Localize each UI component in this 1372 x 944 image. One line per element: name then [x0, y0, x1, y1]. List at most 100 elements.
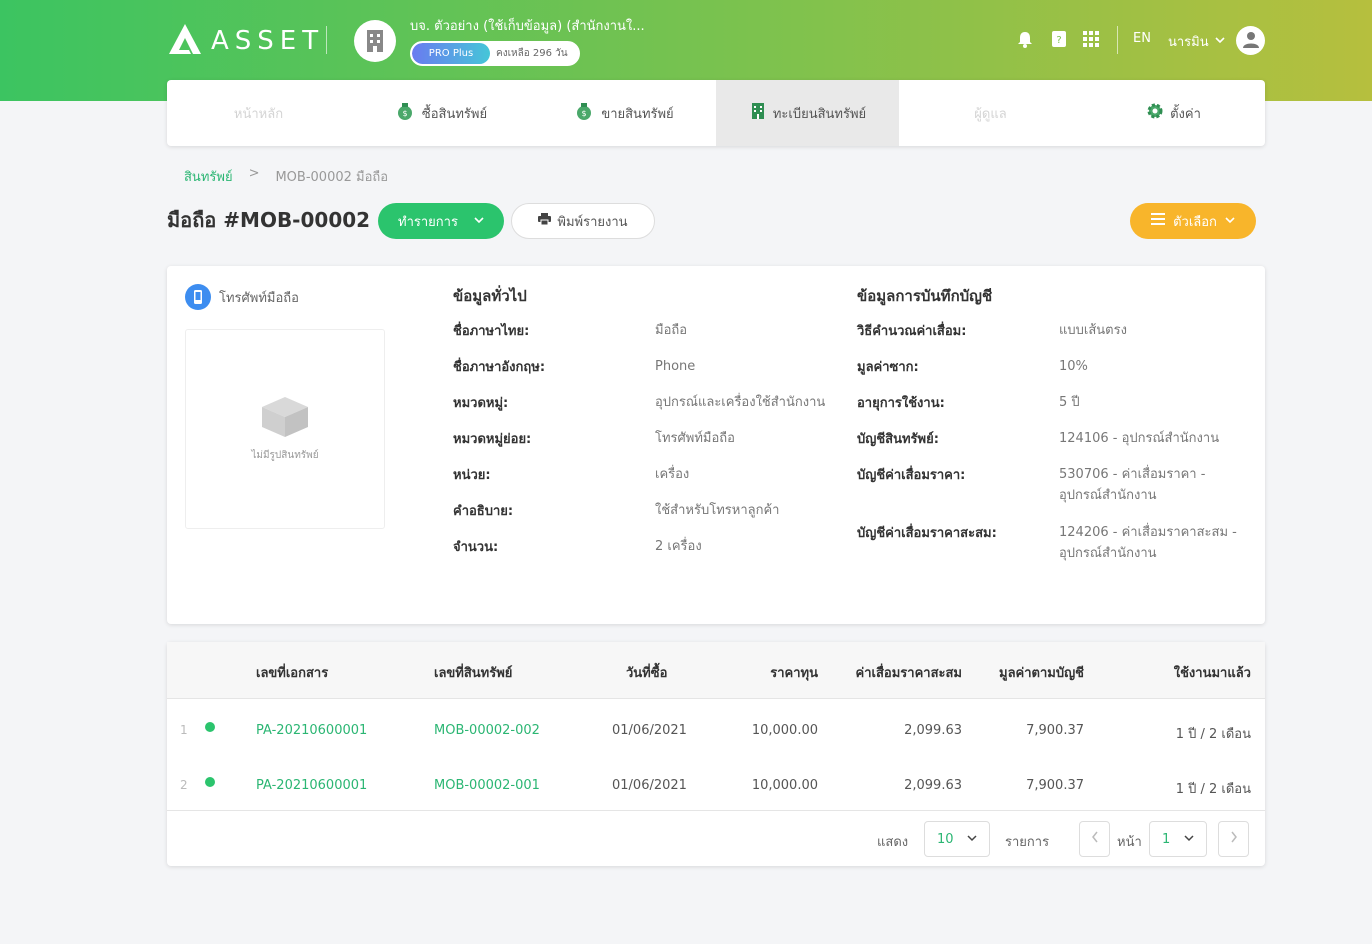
doc-number-link[interactable]: PA-20210600001 [256, 778, 367, 793]
purchase-date: 01/06/2021 [612, 723, 687, 738]
field-value: เครื่อง [655, 464, 845, 485]
money-bag-icon: $ [396, 101, 416, 125]
action-button-label: ทำรายการ [398, 214, 458, 230]
nav-home-label: หน้าหลัก [233, 106, 284, 122]
row-number: 1 [180, 723, 188, 737]
nav-settings[interactable]: ตั้งค่า [1082, 80, 1265, 146]
status-dot [205, 722, 215, 732]
building-icon [363, 26, 387, 56]
table-row[interactable]: 1 PA-20210600001 MOB-00002-002 01/06/202… [167, 706, 1265, 761]
page-size-value: 10 [937, 831, 954, 847]
col-cost[interactable]: ราคาทุน [770, 662, 818, 683]
language-toggle[interactable]: EN [1133, 31, 1151, 46]
book-value: 7,900.37 [1026, 778, 1084, 793]
divider [1117, 26, 1118, 54]
chevron-left-icon [1091, 831, 1099, 847]
page-select[interactable]: 1 [1149, 821, 1207, 857]
chevron-down-icon [1215, 34, 1225, 49]
menu-icon [1151, 213, 1166, 229]
field-value-line: อุปกรณ์สำนักงาน [1059, 546, 1157, 561]
field-value-line: อุปกรณ์และเครื่องใช้สำนักงาน [655, 395, 826, 410]
doc-number-link[interactable]: PA-20210600001 [256, 723, 367, 738]
breadcrumb-assets[interactable]: สินทรัพย์ [184, 166, 233, 187]
col-asset-number[interactable]: เลขที่สินทรัพย์ [434, 662, 512, 683]
current-page: 1 [1162, 831, 1171, 847]
field-value: แบบเส้นตรง [1059, 320, 1249, 341]
col-purchase-date[interactable]: วันที่ซื้อ [626, 662, 667, 683]
company-avatar[interactable] [354, 20, 396, 62]
svg-text:?: ? [1056, 35, 1061, 46]
field-value-line: 124206 - ค่าเสื่อมราคาสะสม - [1059, 525, 1237, 540]
table-row[interactable]: 2 PA-20210600001 MOB-00002-001 01/06/202… [167, 761, 1265, 816]
building-icon [749, 102, 767, 124]
page-size-select[interactable]: 10 [924, 821, 990, 857]
general-info-title: ข้อมูลทั่วไป [453, 287, 527, 305]
field-label: บัญชีสินทรัพย์: [857, 432, 939, 447]
printer-icon [538, 213, 552, 229]
asset-items-table: เลขที่เอกสาร เลขที่สินทรัพย์ วันที่ซื้อ … [167, 642, 1265, 866]
print-report-button[interactable]: พิมพ์รายงาน [511, 203, 655, 239]
user-menu[interactable]: นารมิน [1168, 31, 1225, 52]
show-label: แสดง [877, 835, 909, 850]
plan-badge: PRO Plus [412, 43, 490, 64]
breadcrumb: สินทรัพย์ > MOB-00002 มือถือ [184, 166, 388, 187]
nav-buy-asset[interactable]: $ ซื้อสินทรัพย์ [350, 80, 533, 146]
field-value-line: แบบเส้นตรง [1059, 323, 1127, 338]
accumulated-depreciation: 2,099.63 [904, 778, 962, 793]
chevron-down-icon [474, 214, 484, 229]
nav-caretaker[interactable]: ผู้ดูแล [899, 80, 1082, 146]
nav-sell-asset[interactable]: $ ขายสินทรัพย์ [533, 80, 716, 146]
asset-number-link[interactable]: MOB-00002-001 [434, 778, 540, 793]
col-accumulated-depreciation[interactable]: ค่าเสื่อมราคาสะสม [856, 662, 962, 683]
asset-detail-card: โทรศัพท์มือถือ ไม่มีรูปสินทรัพย์ ข้อมูลท… [167, 266, 1265, 624]
used-duration: 1 ปี / 2 เดือน [1175, 727, 1251, 742]
asset-image-placeholder: ไม่มีรูปสินทรัพย์ [185, 329, 385, 529]
prev-page-button[interactable] [1079, 821, 1110, 857]
field-label: บัญชีค่าเสื่อมราคา: [857, 468, 966, 483]
book-value: 7,900.37 [1026, 723, 1084, 738]
gear-icon [1146, 102, 1164, 124]
grid-icon [1080, 28, 1102, 50]
field-label: อายุการใช้งาน: [857, 396, 945, 411]
divider [326, 26, 327, 54]
box-icon [258, 395, 312, 442]
asset-logo-icon [167, 22, 203, 60]
nav-home[interactable]: หน้าหลัก [167, 80, 350, 146]
field-value: 2 เครื่อง [655, 536, 845, 557]
nav-sell-label: ขายสินทรัพย์ [601, 106, 674, 122]
accumulated-depreciation: 2,099.63 [904, 723, 962, 738]
next-page-button[interactable] [1218, 821, 1249, 857]
notification-button[interactable] [1014, 28, 1036, 50]
no-image-label: ไม่มีรูปสินทรัพย์ [251, 450, 319, 461]
action-button[interactable]: ทำรายการ [378, 203, 504, 239]
nav-register-label: ทะเบียนสินทรัพย์ [772, 106, 867, 122]
logo[interactable]: ASSET [167, 22, 324, 60]
field-label: จำนวน: [453, 540, 499, 555]
items-label: รายการ [1005, 835, 1050, 850]
field-label: หมวดหมู่: [453, 396, 509, 411]
asset-number-link[interactable]: MOB-00002-002 [434, 723, 540, 738]
col-used-duration[interactable]: ใช้งานมาแล้ว [1174, 662, 1251, 683]
asset-type-label: โทรศัพท์มือถือ [219, 290, 299, 306]
field-label: คำอธิบาย: [453, 504, 514, 519]
apps-button[interactable] [1080, 28, 1102, 50]
user-icon [1241, 29, 1261, 53]
field-value-line: 2 เครื่อง [655, 539, 702, 554]
cost: 10,000.00 [751, 723, 818, 738]
user-avatar[interactable] [1236, 26, 1265, 55]
field-label: มูลค่าซาก: [857, 360, 919, 375]
field-value-line: 5 ปี [1059, 395, 1080, 410]
field-value: โทรศัพท์มือถือ [655, 428, 845, 449]
field-label: ชื่อภาษาอังกฤษ: [453, 360, 546, 375]
field-value: อุปกรณ์และเครื่องใช้สำนักงาน [655, 392, 845, 413]
options-button-label: ตัวเลือก [1173, 214, 1217, 230]
field-label: หมวดหมู่ย่อย: [453, 432, 532, 447]
options-button[interactable]: ตัวเลือก [1130, 203, 1256, 239]
nav-asset-register[interactable]: ทะเบียนสินทรัพย์ [716, 80, 899, 146]
col-doc-number[interactable]: เลขที่เอกสาร [256, 662, 328, 683]
nav-settings-label: ตั้งค่า [1170, 106, 1201, 122]
plan-status: PRO Plus คงเหลือ 296 วัน [410, 41, 580, 66]
manual-button[interactable]: ? [1048, 28, 1070, 50]
col-book-value[interactable]: มูลค่าตามบัญชี [999, 662, 1084, 683]
company-name[interactable]: บจ. ตัวอย่าง (ใช้เก็บข้อมูล) (สำนักงานใ.… [410, 15, 645, 36]
